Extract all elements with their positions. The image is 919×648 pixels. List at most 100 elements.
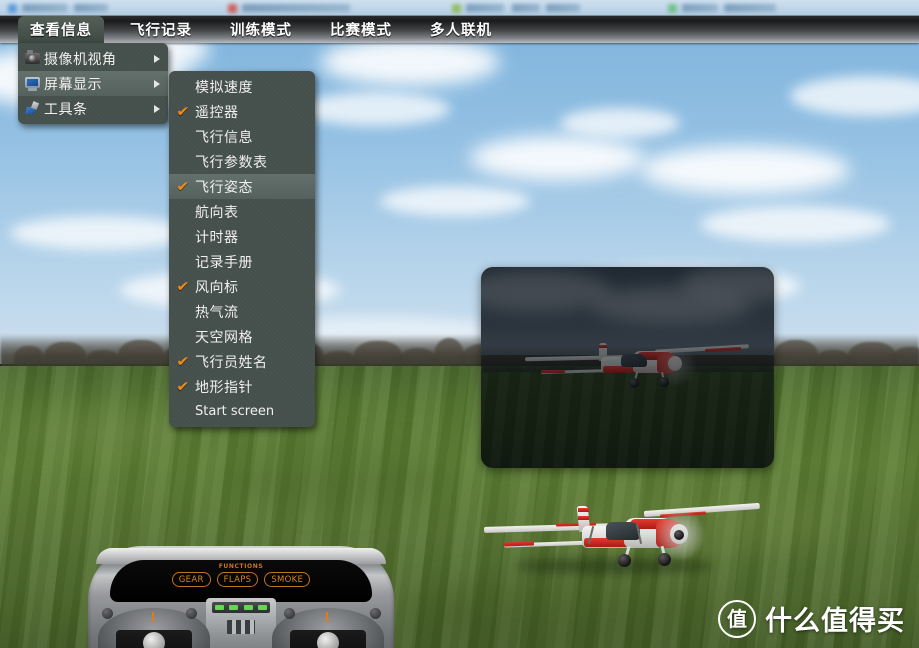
submenu-item-heading[interactable]: 航向表 bbox=[169, 199, 315, 224]
cloud bbox=[300, 92, 450, 126]
menubar-item-flight-log[interactable]: 飞行记录 bbox=[118, 16, 204, 43]
submenu-item-pilot-name[interactable]: ✔ 飞行员姓名 bbox=[169, 349, 315, 374]
transmitter-screen: FUNCTIONS GEAR FLAPS SMOKE bbox=[110, 560, 372, 602]
menu-item-toolbar[interactable]: 工具条 bbox=[18, 96, 168, 121]
bookmark-label bbox=[724, 4, 776, 12]
bookmark-icon bbox=[668, 3, 677, 13]
pip-dim-overlay bbox=[481, 267, 774, 468]
watermark: 值 什么值得买 bbox=[718, 599, 905, 638]
menu-bar: 查看信息 飞行记录 训练模式 比赛模式 多人联机 bbox=[0, 16, 919, 43]
menu-item-camera-angle[interactable]: 摄像机视角 bbox=[18, 46, 168, 71]
trim-knob[interactable] bbox=[284, 608, 295, 619]
submenu-item-terrain-pointer[interactable]: ✔ 地形指针 bbox=[169, 374, 315, 399]
submenu-item-flight-info[interactable]: 飞行信息 bbox=[169, 124, 315, 149]
chevron-right-icon bbox=[154, 54, 160, 63]
submenu-item-label: 计时器 bbox=[195, 229, 239, 246]
submenu-item-label: 航向表 bbox=[195, 204, 239, 221]
bookmark-label bbox=[466, 4, 504, 12]
submenu-item-label: 风向标 bbox=[195, 279, 239, 296]
cloud bbox=[700, 206, 890, 242]
check-icon: ✔ bbox=[176, 353, 190, 370]
check-icon: ✔ bbox=[176, 278, 190, 295]
submenu-item-label: 飞行参数表 bbox=[195, 154, 268, 171]
check-icon: ✔ bbox=[176, 178, 190, 195]
submenu-item-thermals[interactable]: 热气流 bbox=[169, 299, 315, 324]
toolbar-icon bbox=[24, 101, 42, 117]
submenu-item-sky-grid[interactable]: 天空网格 bbox=[169, 324, 315, 349]
submenu-item-sim-speed[interactable]: 模拟速度 bbox=[169, 74, 315, 99]
trim-knob[interactable] bbox=[102, 608, 113, 619]
submenu-item-timer[interactable]: 计时器 bbox=[169, 224, 315, 249]
grass-patch bbox=[20, 406, 190, 452]
transmitter-vents bbox=[227, 620, 255, 634]
menubar-label: 查看信息 bbox=[30, 23, 92, 39]
bookmark-label bbox=[512, 4, 540, 12]
watermark-logo: 值 bbox=[718, 599, 756, 638]
check-icon: ✔ bbox=[176, 103, 190, 120]
bookmark-icon bbox=[228, 3, 237, 13]
grass-patch bbox=[400, 576, 720, 646]
menubar-label: 训练模式 bbox=[230, 23, 292, 39]
menu-item-screen-display[interactable]: 屏幕显示 bbox=[18, 71, 168, 96]
pip-camera-view[interactable] bbox=[481, 267, 774, 468]
cloud bbox=[380, 186, 530, 216]
cloud bbox=[560, 108, 680, 138]
cloud bbox=[640, 146, 850, 194]
bookmark-label bbox=[682, 4, 718, 12]
cloud bbox=[470, 136, 645, 180]
menubar-item-multiplayer[interactable]: 多人联机 bbox=[418, 16, 504, 43]
bookmark-label bbox=[74, 4, 108, 12]
trim-knob[interactable] bbox=[186, 608, 197, 619]
menubar-label: 比赛模式 bbox=[330, 23, 392, 39]
function-button-row: GEAR FLAPS SMOKE bbox=[110, 572, 372, 587]
check-icon: ✔ bbox=[176, 378, 190, 395]
gear-button[interactable]: GEAR bbox=[171, 572, 211, 587]
menu-item-label: 工具条 bbox=[44, 101, 88, 118]
chevron-right-icon bbox=[154, 79, 160, 88]
menubar-label: 飞行记录 bbox=[130, 23, 192, 39]
submenu-item-label: 飞行姿态 bbox=[195, 179, 253, 196]
bookmark-label bbox=[242, 4, 350, 12]
monitor-icon bbox=[24, 76, 42, 92]
transmitter-led-strip bbox=[212, 602, 270, 613]
chevron-right-icon bbox=[154, 104, 160, 113]
view-info-dropdown[interactable]: 摄像机视角 屏幕显示 工具条 bbox=[18, 43, 168, 124]
transmitter-osd[interactable]: FUNCTIONS GEAR FLAPS SMOKE bbox=[88, 546, 394, 648]
simulator-window: FUNCTIONS GEAR FLAPS SMOKE 值 什么值得买 查看信息 … bbox=[0, 0, 919, 648]
submenu-item-windsock[interactable]: ✔ 风向标 bbox=[169, 274, 315, 299]
bookmark-label bbox=[22, 4, 68, 12]
bookmark-icon bbox=[8, 3, 17, 13]
smoke-button[interactable]: SMOKE bbox=[264, 572, 311, 587]
menu-item-label: 摄像机视角 bbox=[44, 51, 117, 68]
bookmark-label bbox=[546, 4, 580, 12]
submenu-item-transmitter[interactable]: ✔ 遥控器 bbox=[169, 99, 315, 124]
trim-knob[interactable] bbox=[370, 608, 381, 619]
menubar-item-competition-mode[interactable]: 比赛模式 bbox=[318, 16, 404, 43]
screen-display-submenu[interactable]: 模拟速度 ✔ 遥控器 飞行信息 飞行参数表 ✔ 飞行姿态 航向表 计时器 记录手… bbox=[169, 71, 315, 427]
cloud bbox=[10, 216, 190, 250]
menubar-item-view-info[interactable]: 查看信息 bbox=[18, 16, 104, 43]
functions-label: FUNCTIONS bbox=[218, 563, 264, 570]
submenu-item-label: 热气流 bbox=[195, 304, 239, 321]
submenu-item-label: 记录手册 bbox=[195, 254, 253, 271]
menubar-item-training-mode[interactable]: 训练模式 bbox=[218, 16, 304, 43]
submenu-item-start-screen[interactable]: Start screen bbox=[169, 399, 315, 424]
browser-bookmark-bar bbox=[0, 0, 919, 16]
menubar-label: 多人联机 bbox=[430, 23, 492, 39]
right-stick[interactable] bbox=[317, 632, 339, 648]
submenu-item-flight-params[interactable]: 飞行参数表 bbox=[169, 149, 315, 174]
flaps-button[interactable]: FLAPS bbox=[216, 572, 259, 587]
cloud bbox=[320, 38, 500, 86]
treeline-shadow bbox=[0, 334, 919, 370]
watermark-text: 什么值得买 bbox=[765, 606, 905, 637]
submenu-item-label: 模拟速度 bbox=[195, 79, 253, 96]
camera-icon bbox=[24, 49, 42, 67]
submenu-item-label: 飞行信息 bbox=[195, 129, 253, 146]
submenu-item-attitude[interactable]: ✔ 飞行姿态 bbox=[169, 174, 315, 199]
submenu-item-label: 遥控器 bbox=[195, 104, 239, 121]
submenu-item-label: 天空网格 bbox=[195, 329, 253, 346]
submenu-item-logbook[interactable]: 记录手册 bbox=[169, 249, 315, 274]
aircraft-model bbox=[478, 486, 764, 574]
bookmark-icon bbox=[452, 3, 461, 13]
left-stick[interactable] bbox=[143, 632, 165, 648]
